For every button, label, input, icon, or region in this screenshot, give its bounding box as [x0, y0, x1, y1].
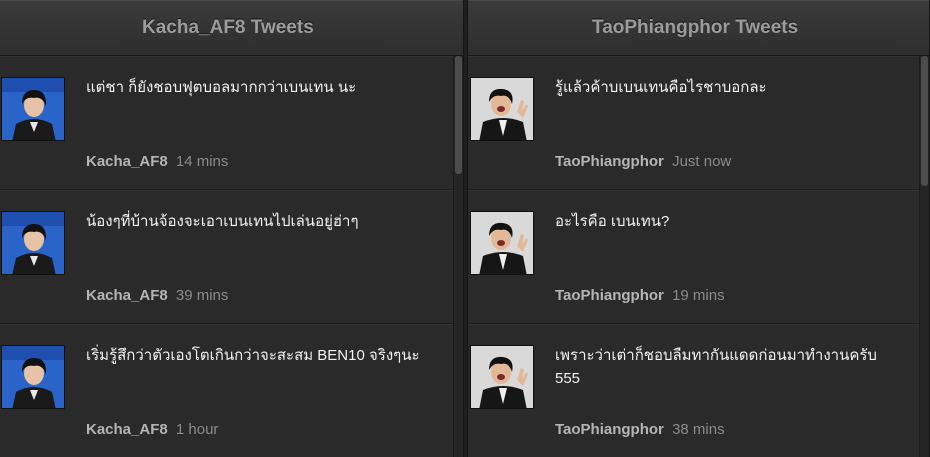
- avatar[interactable]: [470, 345, 534, 409]
- tweet-list[interactable]: รู้แล้วค้าบเบนเทนคือไรชาบอกละ TaoPhiangp…: [468, 56, 919, 457]
- tweet-meta: Kacha_AF8 1 hour: [86, 421, 218, 438]
- avatar-photo-icon: [2, 78, 64, 140]
- avatar-photo-icon: [471, 212, 533, 274]
- tweet-timestamp: 38 mins: [672, 421, 725, 438]
- column-title: Kacha_AF8 Tweets: [142, 16, 314, 38]
- tweet-item[interactable]: รู้แล้วค้าบเบนเทนคือไรชาบอกละ TaoPhiangp…: [468, 56, 919, 190]
- avatar-photo-icon: [2, 212, 64, 274]
- tweet-username[interactable]: TaoPhiangphor: [555, 287, 664, 304]
- tweet-timestamp: 39 mins: [175, 287, 229, 304]
- tweet-item[interactable]: เริ่มรู้สึกว่าตัวเองโตเกินกว่าจะสะสม BEN…: [0, 324, 453, 457]
- avatar-photo-icon: [471, 346, 533, 408]
- column-header: Kacha_AF8 Tweets: [0, 0, 463, 56]
- tweet-meta: Kacha_AF8 14 mins: [86, 153, 228, 170]
- avatar[interactable]: [1, 77, 65, 141]
- tweet-list[interactable]: แต่ชา ก็ยังชอบฟุตบอลมากกว่าเบนเทน นะ Kac…: [0, 56, 453, 457]
- tweet-username[interactable]: TaoPhiangphor: [555, 153, 664, 170]
- avatar-photo-icon: [2, 346, 64, 408]
- tweet-timestamp: 14 mins: [175, 153, 229, 170]
- avatar-photo-icon: [471, 78, 533, 140]
- avatar[interactable]: [1, 211, 65, 275]
- tweet-item[interactable]: แต่ชา ก็ยังชอบฟุตบอลมากกว่าเบนเทน นะ Kac…: [0, 56, 453, 190]
- tweet-text: รู้แล้วค้าบเบนเทนคือไรชาบอกละ: [555, 79, 767, 96]
- tweet-timestamp: 1 hour: [175, 421, 219, 438]
- tweet-timestamp: 19 mins: [672, 287, 725, 304]
- avatar[interactable]: [470, 211, 534, 275]
- kacha-tweets-column: Kacha_AF8 Tweets แต่ชา ก็ยังชอบฟุตบอลมาก…: [0, 0, 464, 457]
- tweet-text: เริ่มรู้สึกว่าตัวเองโตเกินกว่าจะสะสม BEN…: [86, 347, 420, 364]
- tweet-username[interactable]: Kacha_AF8: [86, 421, 168, 438]
- tweet-text: แต่ชา ก็ยังชอบฟุตบอลมากกว่าเบนเทน นะ: [86, 79, 357, 96]
- tweet-text: เพราะว่าเต่าก็ชอบลืมทากันแดดก่อนมาทำงานค…: [555, 347, 877, 387]
- tweet-username[interactable]: Kacha_AF8: [86, 287, 168, 304]
- tweet-meta: TaoPhiangphor Just now: [555, 153, 731, 170]
- tweet-username[interactable]: TaoPhiangphor: [555, 421, 664, 438]
- scroll-thumb[interactable]: [455, 56, 462, 174]
- tweet-item[interactable]: อะไรคือ เบนเทน? TaoPhiangphor 19 mins: [468, 190, 919, 324]
- avatar[interactable]: [1, 345, 65, 409]
- tao-tweets-column: TaoPhiangphor Tweets รู้แล้วค้าบเบนเทนคื…: [467, 0, 930, 457]
- tweet-meta: Kacha_AF8 39 mins: [86, 287, 228, 304]
- scrollbar[interactable]: [919, 56, 929, 457]
- tweet-text: อะไรคือ เบนเทน?: [555, 213, 670, 230]
- tweet-item[interactable]: เพราะว่าเต่าก็ชอบลืมทากันแดดก่อนมาทำงานค…: [468, 324, 919, 457]
- tweet-username[interactable]: Kacha_AF8: [86, 153, 168, 170]
- tweet-text: น้องๆที่บ้านจ้องจะเอาเบนเทนไปเล่นอยู่ฮ่า…: [86, 213, 359, 230]
- avatar[interactable]: [470, 77, 534, 141]
- tweet-timestamp: Just now: [672, 153, 732, 170]
- tweet-meta: TaoPhiangphor 19 mins: [555, 287, 725, 304]
- tweet-meta: TaoPhiangphor 38 mins: [555, 421, 725, 438]
- scroll-thumb[interactable]: [921, 56, 928, 186]
- column-title: TaoPhiangphor Tweets: [592, 16, 799, 38]
- column-header: TaoPhiangphor Tweets: [468, 0, 929, 56]
- tweet-item[interactable]: น้องๆที่บ้านจ้องจะเอาเบนเทนไปเล่นอยู่ฮ่า…: [0, 190, 453, 324]
- scrollbar[interactable]: [453, 56, 463, 457]
